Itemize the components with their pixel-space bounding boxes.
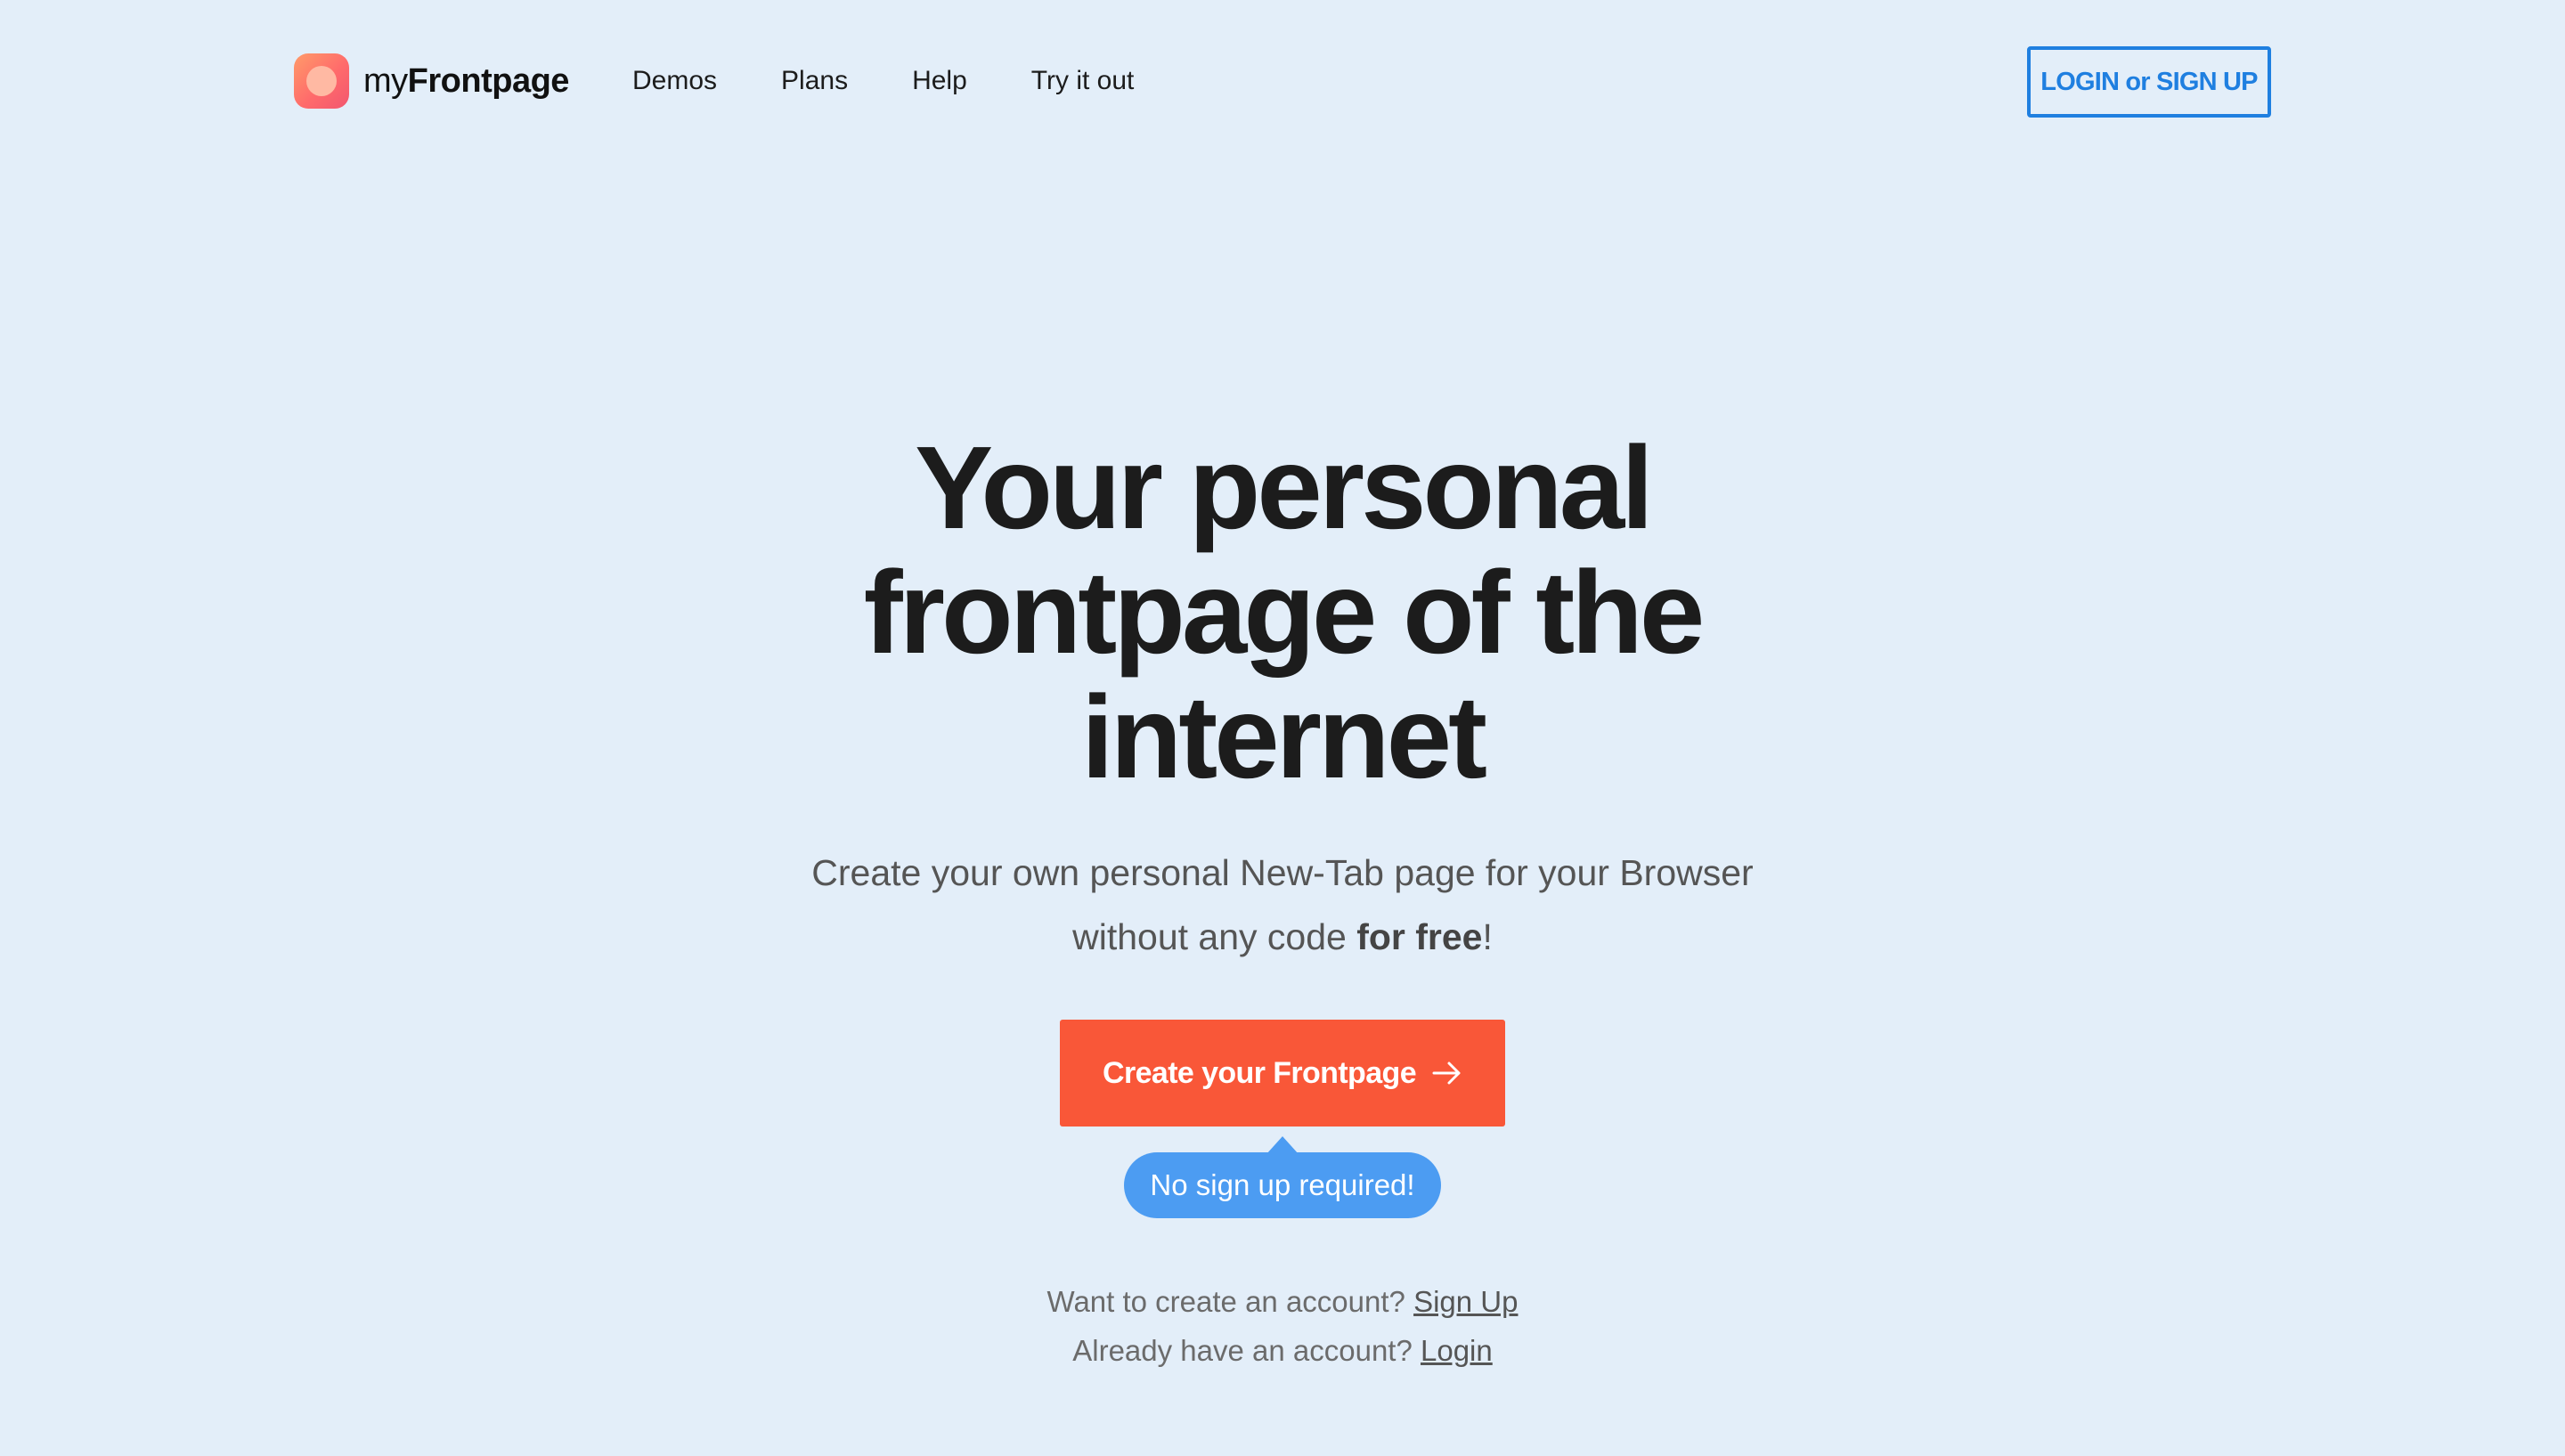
no-signup-tooltip: No sign up required! bbox=[1124, 1136, 1441, 1218]
hero-title-line-2: frontpage of the bbox=[863, 547, 1706, 678]
hero-title: Your personal frontpage of the internet bbox=[0, 426, 2565, 800]
hero-subtitle-line-1: Create your own personal New-Tab page fo… bbox=[811, 852, 1754, 893]
login-prompt: Already have an account? bbox=[1072, 1334, 1421, 1367]
arrow-right-icon bbox=[1432, 1061, 1461, 1085]
login-link[interactable]: Login bbox=[1421, 1334, 1493, 1367]
create-frontpage-button[interactable]: Create your Frontpage bbox=[1060, 1020, 1505, 1127]
create-frontpage-label: Create your Frontpage bbox=[1102, 1055, 1417, 1090]
brand-logo-link[interactable]: myFrontpage bbox=[294, 53, 569, 109]
login-row: Already have an account? Login bbox=[0, 1326, 2565, 1375]
signup-prompt: Want to create an account? bbox=[1046, 1285, 1414, 1318]
brand-name-main: Frontpage bbox=[407, 61, 570, 100]
main-nav: Demos Plans Help Try it out bbox=[632, 61, 1134, 102]
nav-item-help[interactable]: Help bbox=[912, 66, 967, 96]
site-header: myFrontpage Demos Plans Help Try it out … bbox=[0, 0, 2565, 164]
subtitle-prefix: without any code bbox=[1072, 916, 1357, 957]
hero-subtitle-line-2: without any code for free! bbox=[0, 905, 2565, 969]
account-links: Want to create an account? Sign Up Alrea… bbox=[0, 1277, 2565, 1375]
login-signup-button[interactable]: LOGIN or SIGN UP bbox=[2027, 46, 2271, 118]
nav-item-try-it-out[interactable]: Try it out bbox=[1031, 66, 1135, 96]
brand-name: myFrontpage bbox=[363, 62, 569, 101]
nav-item-plans[interactable]: Plans bbox=[781, 66, 848, 96]
subtitle-emphasis: for free bbox=[1356, 916, 1483, 957]
hero-title-line-1: Your personal bbox=[915, 422, 1654, 553]
nav-item-demos[interactable]: Demos bbox=[632, 66, 717, 96]
subtitle-suffix: ! bbox=[1482, 916, 1493, 957]
brand-name-prefix: my bbox=[363, 61, 408, 100]
app-logo-icon bbox=[294, 53, 349, 109]
signup-row: Want to create an account? Sign Up bbox=[0, 1277, 2565, 1326]
hero-title-line-3: internet bbox=[1080, 671, 1487, 802]
hero-subtitle: Create your own personal New-Tab page fo… bbox=[0, 841, 2565, 969]
signup-link[interactable]: Sign Up bbox=[1413, 1285, 1518, 1318]
